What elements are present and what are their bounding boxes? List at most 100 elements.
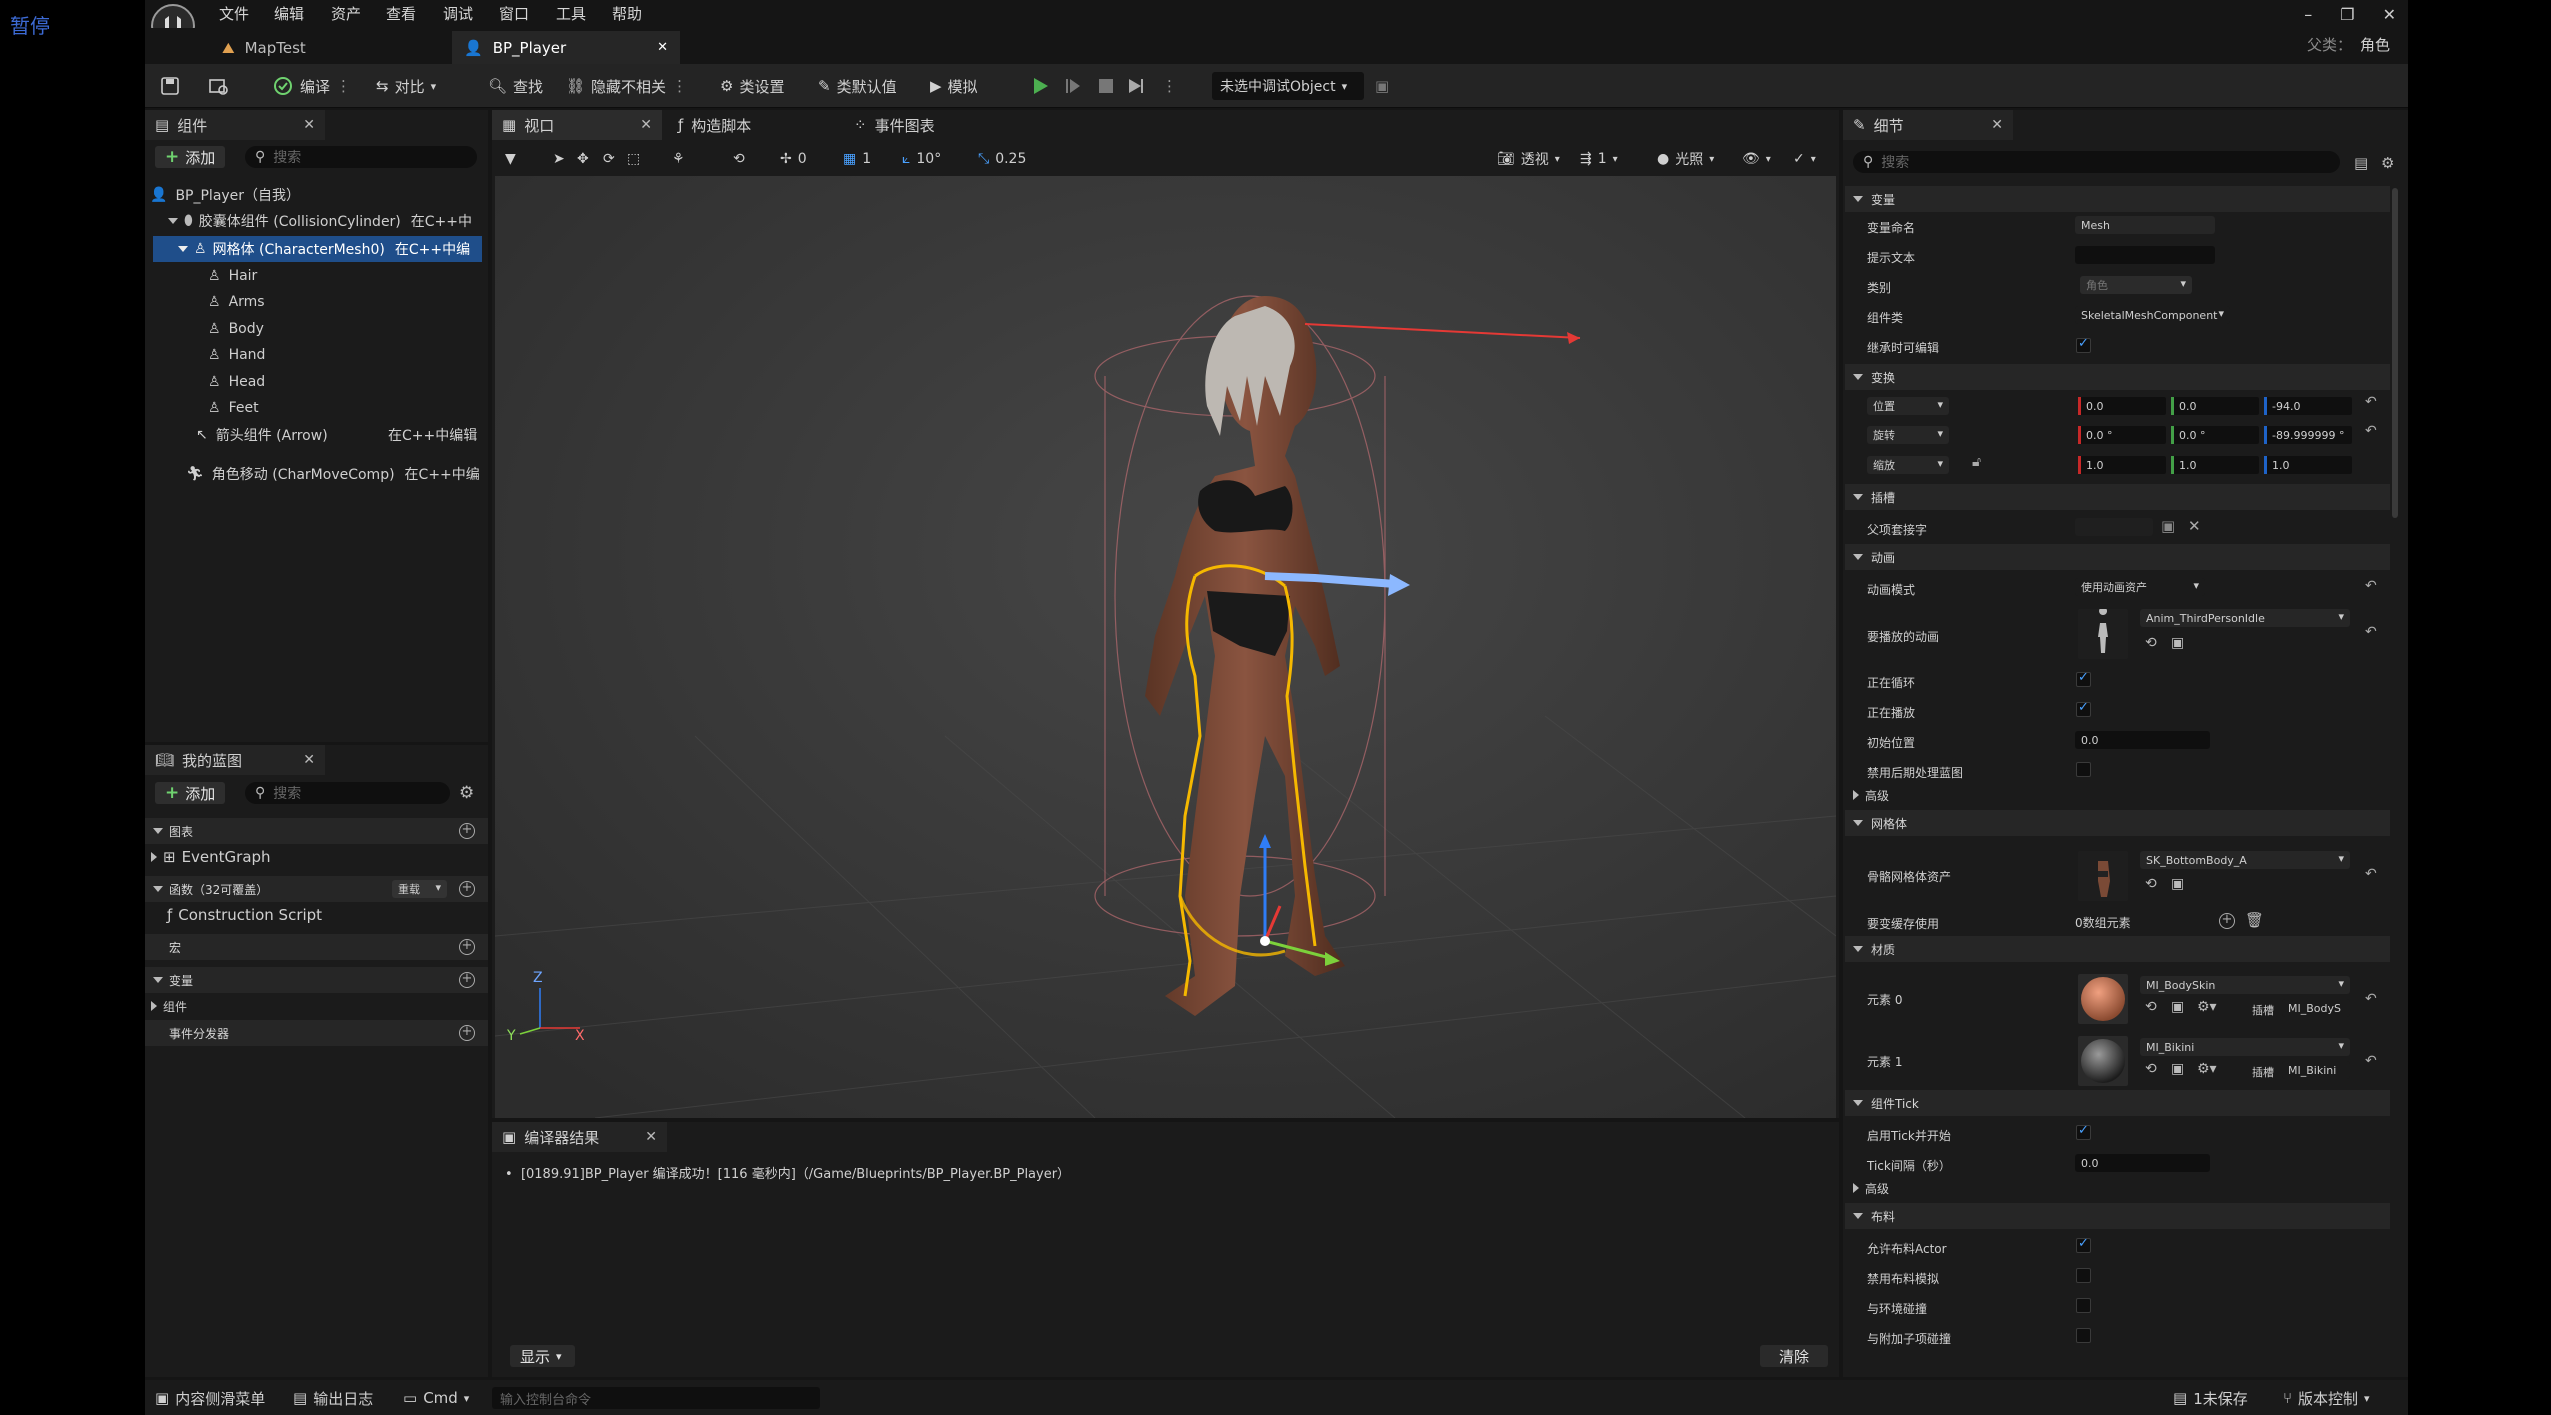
use-selected-mesh-icon[interactable]: ⟲ bbox=[2145, 876, 2157, 892]
material0-thumbnail[interactable] bbox=[2078, 974, 2128, 1024]
browse-mesh-icon[interactable]: ▣ bbox=[2171, 876, 2184, 892]
anim-thumbnail[interactable] bbox=[2078, 609, 2128, 659]
close-components-icon[interactable]: ✕ bbox=[303, 117, 315, 133]
disable-post-checkbox[interactable] bbox=[2076, 762, 2091, 777]
surface-snap-icon[interactable]: ⚘ bbox=[672, 146, 685, 172]
realtime-button[interactable]: ✓ ▾ bbox=[1793, 146, 1816, 172]
anim-asset-dropdown[interactable]: Anim_ThirdPersonIdle ▾ bbox=[2140, 609, 2350, 627]
section-materials[interactable]: 材质 bbox=[1845, 936, 2390, 962]
section-cloth[interactable]: 布料 bbox=[1845, 1203, 2390, 1229]
perspective-button[interactable]: 📷︎ 透视 ▾ bbox=[1497, 146, 1560, 172]
location-z-field[interactable]: -94.0 bbox=[2264, 397, 2352, 415]
trash-icon[interactable]: 🗑︎ bbox=[2245, 911, 2264, 929]
add-element-icon[interactable]: + bbox=[2219, 913, 2235, 929]
location-x-field[interactable]: 0.0 bbox=[2078, 397, 2166, 415]
lit-mode-button[interactable]: ● 光照 ▾ bbox=[1657, 146, 1714, 172]
close-tab-icon[interactable]: ✕ bbox=[657, 40, 668, 55]
use-selected-material0-icon[interactable]: ⟲ bbox=[2145, 999, 2157, 1015]
my-blueprint-tab[interactable]: 📖︎ 我的蓝图 ✕ bbox=[145, 745, 325, 775]
add-component-button[interactable]: + 添加 bbox=[155, 146, 226, 168]
component-row-body[interactable]: ♙ Body bbox=[208, 316, 264, 342]
add-variable-icon[interactable]: + bbox=[459, 972, 475, 988]
editable-checkbox[interactable] bbox=[2076, 336, 2091, 353]
play-button[interactable] bbox=[1030, 72, 1050, 100]
grid-snap-button[interactable]: ✢ 0 bbox=[780, 146, 807, 172]
clear-button[interactable]: 清除 bbox=[1760, 1345, 1828, 1367]
menu-view[interactable]: 查看 bbox=[386, 3, 416, 24]
settings-gear-icon[interactable]: ⚙ bbox=[459, 783, 474, 803]
find-button[interactable]: 🔍︎ 查找 bbox=[488, 72, 543, 100]
reset-mesh-icon[interactable]: ↶ bbox=[2365, 866, 2377, 882]
graphs-section[interactable]: 图表 + bbox=[145, 818, 488, 844]
stop-button[interactable] bbox=[1096, 72, 1116, 100]
console-input[interactable]: 输入控制台命令 bbox=[492, 1387, 820, 1409]
anim-mode-dropdown[interactable]: 使用动画资产 ▾ bbox=[2075, 578, 2205, 596]
content-drawer-button[interactable]: ▣ 内容侧滑菜单 bbox=[155, 1387, 265, 1409]
scale-snap-button[interactable]: ⤡ 0.25 bbox=[978, 146, 1026, 172]
rotation-x-field[interactable]: 0.0 ° bbox=[2078, 426, 2166, 444]
rotation-y-field[interactable]: 0.0 ° bbox=[2171, 426, 2259, 444]
menu-edit[interactable]: 编辑 bbox=[274, 3, 304, 24]
hide-unrelated-button[interactable]: ⛓ 隐藏不相关 ⋮ bbox=[566, 72, 687, 100]
parent-class-value[interactable]: 角色 bbox=[2360, 34, 2390, 55]
scale-y-field[interactable]: 1.0 bbox=[2171, 456, 2259, 474]
add-function-icon[interactable]: + bbox=[459, 881, 475, 897]
use-selected-material1-icon[interactable]: ⟲ bbox=[2145, 1061, 2157, 1077]
construction-script-item[interactable]: ƒ Construction Script bbox=[167, 902, 322, 928]
category-dropdown[interactable]: 角色 ▾ bbox=[2080, 276, 2192, 294]
viewport[interactable]: Z Y X bbox=[495, 176, 1836, 1118]
translate-tool-icon[interactable]: ✥ bbox=[577, 146, 589, 172]
close-details-icon[interactable]: ✕ bbox=[1991, 117, 2003, 133]
angle-snap-button[interactable]: ⟀ 10° bbox=[902, 146, 941, 172]
restore-icon[interactable]: ❐ bbox=[2340, 5, 2354, 24]
unsaved-button[interactable]: ▤ 1未保存 bbox=[2173, 1387, 2248, 1409]
rotation-dropdown[interactable]: 旋转 ▾ bbox=[1867, 426, 1949, 444]
reset-anim-mode-icon[interactable]: ↶ bbox=[2365, 578, 2377, 594]
viewport-options-button[interactable]: ▼ bbox=[505, 146, 516, 172]
menu-assets[interactable]: 资产 bbox=[331, 3, 361, 24]
play-options-icon[interactable]: ⋮ bbox=[1162, 72, 1177, 100]
reset-material1-icon[interactable]: ↶ bbox=[2365, 1053, 2377, 1069]
menu-file[interactable]: 文件 bbox=[219, 3, 249, 24]
output-log-button[interactable]: ▤ 输出日志 bbox=[293, 1387, 373, 1409]
components-tab[interactable]: ▤ 组件 ✕ bbox=[145, 110, 325, 140]
location-dropdown[interactable]: 位置 ▾ bbox=[1867, 397, 1949, 415]
section-mesh[interactable]: 网格体 bbox=[1845, 810, 2390, 836]
browse-icon[interactable] bbox=[208, 72, 230, 100]
class-settings-button[interactable]: ⚙ 类设置 bbox=[720, 72, 784, 100]
location-y-field[interactable]: 0.0 bbox=[2171, 397, 2259, 415]
component-row-arrow[interactable]: ↖ 箭头组件 (Arrow) 在C++中编辑 bbox=[196, 422, 486, 448]
tooltip-field[interactable] bbox=[2075, 246, 2215, 264]
tab-bp-player[interactable]: 👤 BP_Player ✕ bbox=[452, 31, 680, 64]
component-row-movement[interactable]: 🏃︎ 角色移动 (CharMoveComp) 在C++中编 bbox=[186, 461, 486, 487]
variables-section[interactable]: 变量 + bbox=[145, 967, 488, 993]
component-row-hair[interactable]: ♙ Hair bbox=[208, 263, 257, 289]
material1-thumbnail[interactable] bbox=[2078, 1036, 2128, 1086]
section-transform[interactable]: 变换 bbox=[1845, 364, 2390, 390]
cmd-dropdown[interactable]: ▭ Cmd ▾ bbox=[403, 1387, 469, 1409]
details-scrollbar[interactable] bbox=[2392, 188, 2398, 518]
grid-size-button[interactable]: ▦ 1 bbox=[843, 146, 871, 172]
show-flags-button[interactable]: 👁︎ ▾ bbox=[1742, 146, 1771, 172]
browse-asset-icon[interactable]: ▣ bbox=[2171, 635, 2184, 651]
lock-icon[interactable]: 🔓︎ bbox=[1972, 454, 1981, 470]
parent-socket-field[interactable] bbox=[2075, 518, 2153, 536]
menu-debug[interactable]: 调试 bbox=[443, 3, 473, 24]
debug-object-dropdown[interactable]: 未选中调试Object ▾ bbox=[1212, 72, 1364, 100]
event-graph-item[interactable]: ⊞ EventGraph bbox=[151, 844, 271, 870]
skel-mesh-dropdown[interactable]: SK_BottomBody_A ▾ bbox=[2140, 851, 2350, 869]
socket-browse-icon[interactable]: ▣ bbox=[2161, 517, 2175, 535]
details-search-input[interactable]: ⚲ 搜索 bbox=[1853, 151, 2340, 173]
material0-options-icon[interactable]: ⚙▾ bbox=[2197, 999, 2217, 1015]
my-blueprint-search-input[interactable]: ⚲ 搜索 bbox=[245, 782, 450, 804]
compile-button[interactable]: 编译 ⋮ bbox=[272, 72, 351, 100]
tab-construction-script[interactable]: ƒ 构造脚本 bbox=[668, 110, 838, 140]
component-row-feet[interactable]: ♙ Feet bbox=[208, 395, 259, 421]
component-row-arms[interactable]: ♙ Arms bbox=[208, 289, 265, 315]
child-collide-checkbox[interactable] bbox=[2076, 1328, 2091, 1343]
component-class-dropdown[interactable]: SkeletalMeshComponent ▾ bbox=[2075, 306, 2230, 324]
material1-slot-field[interactable]: MI_Bikini bbox=[2282, 1061, 2350, 1079]
components-category[interactable]: 组件 bbox=[151, 993, 187, 1019]
menu-help[interactable]: 帮助 bbox=[612, 3, 642, 24]
world-local-icon[interactable]: ⟲ bbox=[733, 146, 745, 172]
